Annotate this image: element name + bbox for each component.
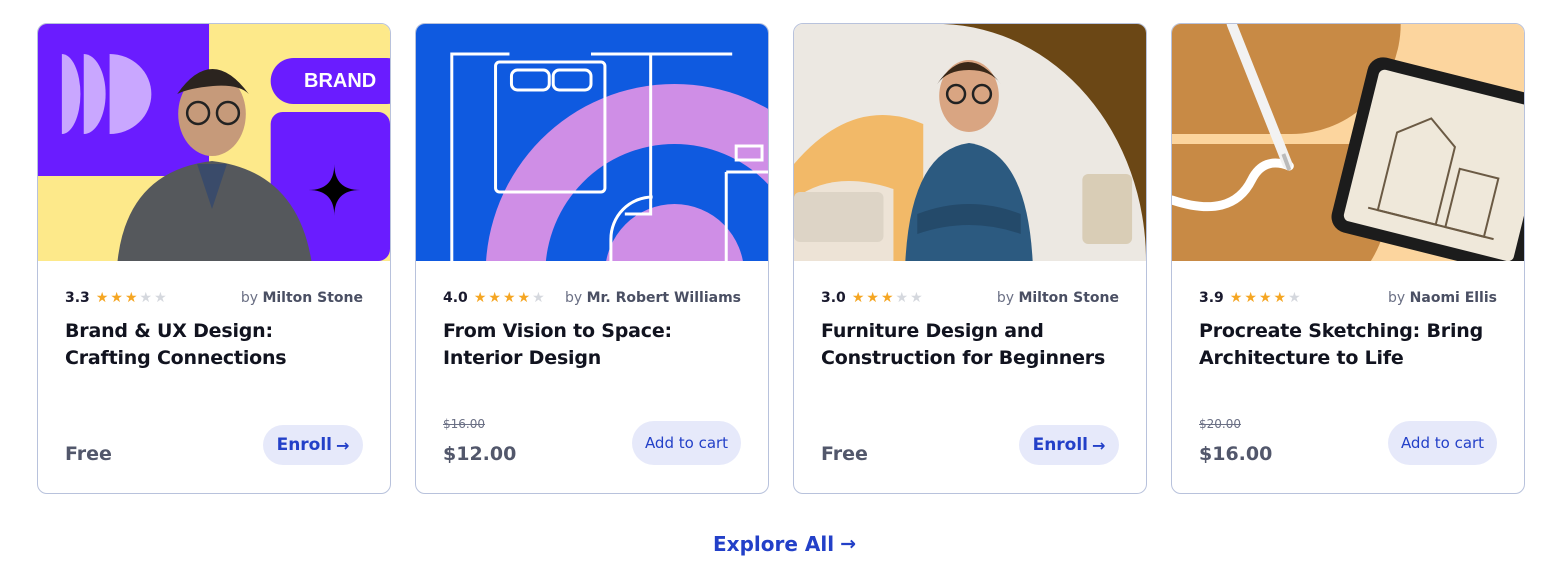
- author-name[interactable]: Milton Stone: [262, 290, 363, 306]
- rating-value: 4.0: [443, 290, 468, 306]
- brand-label: BRAND: [304, 70, 377, 92]
- star-rating: ★ ★ ★ ★ ★: [96, 291, 167, 305]
- star-rating: ★ ★ ★ ★ ★: [1230, 291, 1301, 305]
- course-thumbnail[interactable]: [794, 24, 1146, 261]
- star-icon: ★: [517, 290, 531, 306]
- course-grid: BRAND 3.3 ★ ★ ★ ★ ★ by Milton Stone Bran…: [37, 23, 1525, 494]
- original-price: $16.00: [443, 417, 485, 431]
- enroll-button[interactable]: Enroll →: [263, 425, 363, 465]
- course-title[interactable]: Procreate Sketching: Bring Architecture …: [1199, 318, 1497, 372]
- rating-value: 3.3: [65, 290, 90, 306]
- star-icon: ★: [532, 290, 545, 306]
- course-thumbnail[interactable]: [1172, 24, 1524, 261]
- by-label: by: [240, 290, 258, 306]
- star-rating: ★ ★ ★ ★ ★: [474, 291, 545, 305]
- star-icon: ★: [1229, 290, 1243, 306]
- star-rating: ★ ★ ★ ★ ★: [852, 291, 923, 305]
- star-icon: ★: [139, 290, 153, 306]
- price: Free: [65, 443, 112, 465]
- star-icon: ★: [95, 290, 109, 306]
- explore-all-link[interactable]: Explore All →: [713, 532, 856, 556]
- author-name[interactable]: Naomi Ellis: [1410, 290, 1497, 306]
- course-title[interactable]: Furniture Design and Construction for Be…: [821, 318, 1119, 372]
- explore-all-label: Explore All: [713, 532, 835, 556]
- price: $12.00: [443, 443, 517, 465]
- course-title[interactable]: Brand & UX Design: Crafting Connections: [65, 318, 363, 372]
- enroll-button[interactable]: Enroll →: [1019, 425, 1119, 465]
- rating-value: 3.9: [1199, 290, 1224, 306]
- course-card[interactable]: 3.0 ★ ★ ★ ★ ★ by Milton Stone Furniture …: [793, 23, 1147, 494]
- course-card[interactable]: 3.9 ★ ★ ★ ★ ★ by Naomi Ellis Procreate S…: [1171, 23, 1525, 494]
- star-icon: ★: [880, 290, 894, 306]
- star-icon: ★: [488, 290, 501, 306]
- arrow-right-icon: →: [840, 533, 856, 555]
- course-card[interactable]: BRAND 3.3 ★ ★ ★ ★ ★ by Milton Stone Bran…: [37, 23, 391, 494]
- star-icon: ★: [1258, 290, 1272, 306]
- star-icon: ★: [1244, 290, 1257, 306]
- course-title[interactable]: From Vision to Space: Interior Design: [443, 318, 741, 372]
- star-icon: ★: [473, 290, 487, 306]
- original-price: $20.00: [1199, 417, 1241, 431]
- star-icon: ★: [502, 290, 516, 306]
- course-card[interactable]: 4.0 ★ ★ ★ ★ ★ by Mr. Robert Williams Fro…: [415, 23, 769, 494]
- author-name[interactable]: Milton Stone: [1018, 290, 1119, 306]
- rating-value: 3.0: [821, 290, 846, 306]
- by-label: by: [564, 290, 583, 306]
- author-name[interactable]: Mr. Robert Williams: [587, 290, 741, 306]
- star-icon: ★: [1273, 290, 1287, 306]
- arrow-right-icon: →: [1092, 435, 1106, 455]
- author[interactable]: by Milton Stone: [997, 290, 1119, 306]
- star-icon: ★: [154, 290, 167, 306]
- star-icon: ★: [124, 290, 138, 306]
- author[interactable]: by Mr. Robert Williams: [565, 290, 741, 306]
- author[interactable]: by Naomi Ellis: [1388, 290, 1497, 306]
- star-icon: ★: [1288, 290, 1301, 306]
- enroll-label: Enroll: [1032, 435, 1089, 455]
- star-icon: ★: [851, 290, 865, 306]
- price: Free: [821, 443, 868, 465]
- add-to-cart-button[interactable]: Add to cart: [632, 421, 741, 465]
- enroll-label: Enroll: [276, 435, 333, 455]
- price: $16.00: [1199, 443, 1273, 465]
- star-icon: ★: [866, 290, 879, 306]
- by-label: by: [996, 290, 1014, 306]
- course-thumbnail[interactable]: BRAND: [38, 24, 390, 261]
- star-icon: ★: [110, 290, 123, 306]
- star-icon: ★: [895, 290, 909, 306]
- course-thumbnail[interactable]: [416, 24, 768, 261]
- star-icon: ★: [910, 290, 923, 306]
- add-to-cart-button[interactable]: Add to cart: [1388, 421, 1497, 465]
- arrow-right-icon: →: [336, 435, 350, 455]
- author[interactable]: by Milton Stone: [241, 290, 363, 306]
- by-label: by: [1388, 290, 1406, 306]
